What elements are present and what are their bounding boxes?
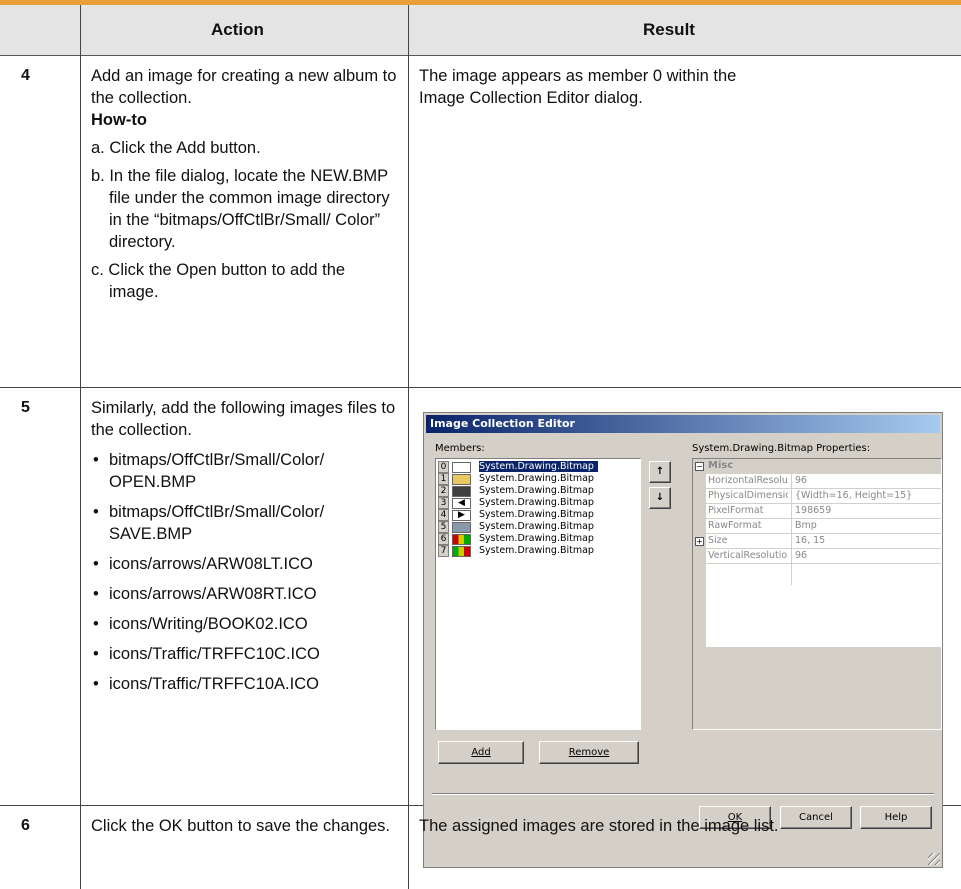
table-header: Action Result [0, 5, 961, 56]
arrow-right-icon: ▶ [452, 510, 471, 521]
open-folder-icon [452, 474, 471, 485]
arrow-left-icon: ◀ [452, 498, 471, 509]
move-up-button[interactable]: ↑ [649, 461, 671, 483]
file-list-item: icons/arrows/ARW08RT.ICO [91, 583, 399, 605]
member-item[interactable]: 4 ▶ System.Drawing.Bitmap [438, 509, 636, 521]
move-down-button[interactable]: ↓ [649, 487, 671, 509]
traffic-light-icon [452, 546, 471, 557]
step-number: 4 [21, 67, 30, 84]
members-label: Members: [435, 443, 485, 454]
file-list-item: icons/Traffic/TRFFC10A.ICO [91, 673, 399, 695]
step-4-action: Add an image for creating a new album to… [91, 65, 399, 303]
step-4-result: The image appears as member 0 within the… [419, 67, 737, 107]
dialog-separator [432, 793, 934, 795]
property-grid[interactable]: − Misc HorizontalResoluti 96 PhysicalDim… [692, 458, 942, 730]
category-row[interactable]: − Misc [693, 459, 941, 474]
howto-step: b. In the file dialog, locate the NEW.BM… [91, 167, 390, 251]
add-button[interactable]: Add [438, 741, 524, 764]
property-row[interactable]: + Size 16, 15 [693, 534, 941, 549]
member-item[interactable]: 3 ◀ System.Drawing.Bitmap [438, 497, 636, 509]
column-divider [80, 5, 81, 889]
howto-step: a. Click the Add button. [91, 139, 261, 157]
member-item[interactable]: 6 System.Drawing.Bitmap [438, 533, 636, 545]
property-row[interactable]: HorizontalResoluti 96 [693, 474, 941, 489]
image-collection-editor-dialog: Image Collection Editor Members: 0 Syste… [423, 412, 943, 868]
save-disk-icon [452, 486, 471, 497]
property-row[interactable]: PhysicalDimensior {Width=16, Height=15} [693, 489, 941, 504]
file-list-item: icons/Writing/BOOK02.ICO [91, 613, 399, 635]
step-number: 6 [21, 817, 30, 834]
new-file-icon [452, 462, 471, 473]
result-column-header: Result [643, 20, 695, 39]
step-6-result: The assigned images are stored in the im… [419, 817, 779, 835]
step-6-action: Click the OK button to save the changes. [91, 817, 391, 835]
action-column-header: Action [211, 20, 264, 39]
howto-label: How-to [91, 111, 147, 129]
member-item[interactable]: 1 System.Drawing.Bitmap [438, 473, 636, 485]
step-number: 5 [21, 399, 30, 416]
action-text: Add an image for creating a new album to… [91, 67, 397, 107]
property-row[interactable]: VerticalResolution 96 [693, 549, 941, 564]
book-icon [452, 522, 471, 533]
members-list[interactable]: 0 System.Drawing.Bitmap 1 System.Drawing… [435, 458, 641, 730]
collapse-icon[interactable]: − [695, 462, 704, 471]
member-item[interactable]: 7 System.Drawing.Bitmap [438, 545, 636, 557]
member-item[interactable]: 0 System.Drawing.Bitmap [438, 461, 636, 473]
action-text: Similarly, add the following images file… [91, 399, 396, 439]
resize-grip-icon[interactable] [928, 853, 940, 865]
member-item[interactable]: 5 System.Drawing.Bitmap [438, 521, 636, 533]
remove-button[interactable]: Remove [539, 741, 639, 764]
file-list-item: icons/Traffic/TRFFC10C.ICO [91, 643, 399, 665]
file-list-item: bitmaps/OffCtlBr/Small/Color/ OPEN.BMP [91, 449, 399, 493]
step-5-action: Similarly, add the following images file… [91, 397, 399, 695]
property-row[interactable]: PixelFormat 198659 [693, 504, 941, 519]
dialog-title: Image Collection Editor [426, 415, 940, 433]
member-item[interactable]: 2 System.Drawing.Bitmap [438, 485, 636, 497]
traffic-light-icon [452, 534, 471, 545]
properties-label: System.Drawing.Bitmap Properties: [692, 443, 871, 454]
expand-icon[interactable]: + [695, 537, 704, 546]
column-divider [408, 5, 409, 889]
file-list-item: icons/arrows/ARW08LT.ICO [91, 553, 399, 575]
property-row[interactable]: RawFormat Bmp [693, 519, 941, 534]
row-divider [0, 387, 961, 388]
file-list-item: bitmaps/OffCtlBr/Small/Color/ SAVE.BMP [91, 501, 399, 545]
howto-step: c. Click the Open button to add the imag… [91, 261, 346, 301]
